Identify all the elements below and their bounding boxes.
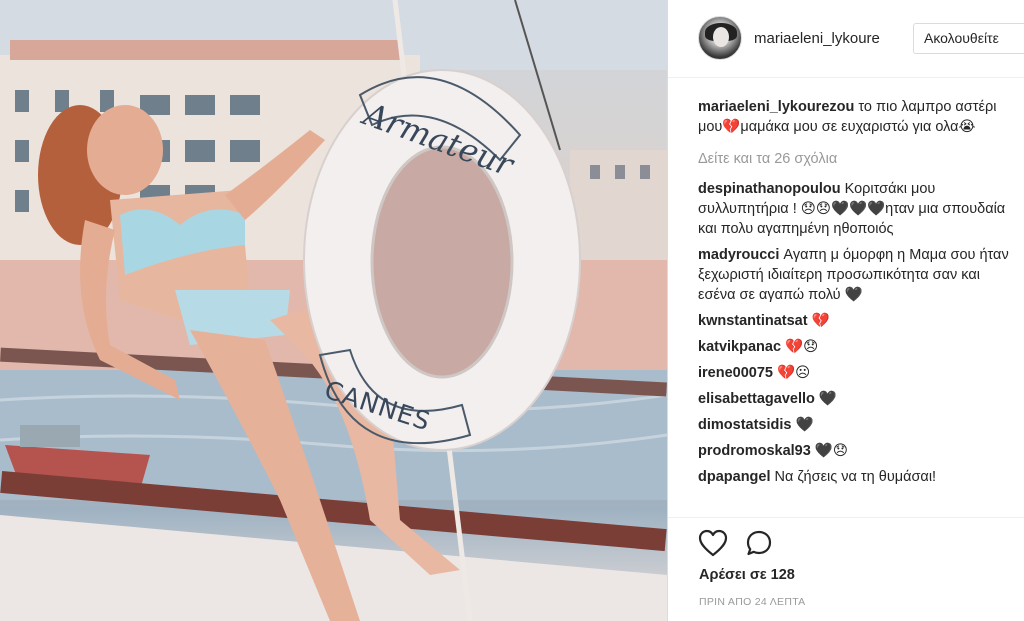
comment-item: irene00075 💔☹ <box>698 363 1018 383</box>
caption: mariaeleni_lykourezou το πιο λαμπρο αστέ… <box>698 97 1018 137</box>
comment-text: 🖤 <box>814 391 837 407</box>
caption-username[interactable]: mariaeleni_lykourezou <box>698 99 854 115</box>
post-details-panel: mariaeleni_lykoure Ακολουθείτε mariaelen… <box>668 0 1024 621</box>
comment-username[interactable]: dimostatsidis <box>698 417 791 433</box>
comment-text: 🖤😞 <box>810 443 849 459</box>
comment-text: 💔😞 <box>781 339 819 355</box>
comment-text: 🖤 <box>791 417 814 433</box>
avatar[interactable] <box>698 16 742 60</box>
comment-username[interactable]: dpapangel <box>698 469 771 485</box>
comment-username[interactable]: elisabettagavello <box>698 391 815 407</box>
comment-text: 💔 <box>807 313 830 329</box>
comment-icon[interactable] <box>745 529 773 557</box>
comment-item: madyroucci Αγαπη μ όμορφη η Μαμα σου ήτα… <box>698 245 1018 305</box>
comment-item: prodromoskal93 🖤😞 <box>698 441 1018 461</box>
photo-illustration <box>0 0 667 621</box>
post-photo[interactable]: Armateur CANNES <box>0 0 667 621</box>
comment-item: dpapangel Να ζήσεις να τη θυμάσαι! <box>698 467 1018 487</box>
view-all-comments-link[interactable]: Δείτε και τα 26 σχόλια <box>698 149 1018 169</box>
avatar-face <box>713 27 729 47</box>
comment-item: kwnstantinatsat 💔 <box>698 311 1018 331</box>
comment-text: Να ζήσεις να τη θυμάσαι! <box>770 469 937 485</box>
post-actions: Αρέσει σε 128 ΠΡΙΝ ΑΠΟ 24 ΛΕΠΤΑ <box>668 517 1024 621</box>
comment-item: katvikpanac 💔😞 <box>698 337 1018 357</box>
comment-item: despinathanopoulou Κοριτσάκι μου συλλυπη… <box>698 179 1018 239</box>
comment-item: elisabettagavello 🖤 <box>698 389 1018 409</box>
post-timestamp: ΠΡΙΝ ΑΠΟ 24 ΛΕΠΤΑ <box>699 596 806 608</box>
heart-icon[interactable] <box>698 529 728 557</box>
comment-username[interactable]: despinathanopoulou <box>698 181 841 197</box>
header-username[interactable]: mariaeleni_lykoure <box>754 30 892 47</box>
following-button[interactable]: Ακολουθείτε <box>913 23 1024 54</box>
comment-username[interactable]: katvikpanac <box>698 339 781 355</box>
comment-username[interactable]: prodromoskal93 <box>698 443 811 459</box>
comment-username[interactable]: kwnstantinatsat <box>698 313 808 329</box>
comment-text: 💔☹ <box>772 365 811 381</box>
comments-list[interactable]: mariaeleni_lykourezou το πιο λαμπρο αστέ… <box>698 97 1018 517</box>
comment-username[interactable]: madyroucci <box>698 247 779 263</box>
comment-username[interactable]: irene00075 <box>698 365 773 381</box>
post-header: mariaeleni_lykoure Ακολουθείτε <box>668 0 1024 78</box>
likes-count[interactable]: Αρέσει σε 128 <box>699 567 795 583</box>
comment-item: dimostatsidis 🖤 <box>698 415 1018 435</box>
